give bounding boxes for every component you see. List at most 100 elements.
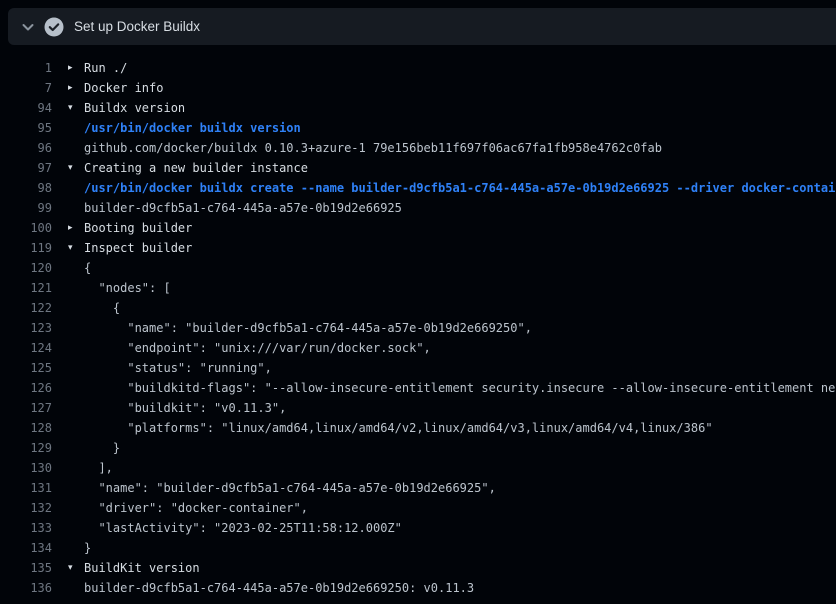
log-line-text: "status": "running", (84, 358, 272, 378)
line-number[interactable]: 120 (0, 258, 52, 278)
log-group-title[interactable]: Run ./ (84, 58, 127, 78)
log-line-text: "buildkit": "v0.11.3", (84, 398, 286, 418)
line-number[interactable]: 136 (0, 578, 52, 598)
gutter-spacer (68, 418, 84, 438)
gutter-spacer (68, 198, 84, 218)
step-title: Set up Docker Buildx (74, 19, 200, 34)
log-row: 125 "status": "running", (0, 358, 836, 378)
line-number[interactable]: 135 (0, 558, 52, 578)
log-line-text: "endpoint": "unix:///var/run/docker.sock… (84, 338, 431, 358)
line-number[interactable]: 129 (0, 438, 52, 458)
triangle-right-icon[interactable]: ▸ (68, 58, 84, 78)
log: 1▸Run ./7▸Docker info94▾Buildx version95… (0, 58, 836, 598)
log-group-title[interactable]: BuildKit version (84, 558, 200, 578)
line-number[interactable]: 130 (0, 458, 52, 478)
line-number[interactable]: 126 (0, 378, 52, 398)
log-row: 119 ▾Inspect builder (0, 238, 836, 258)
log-row: 95/usr/bin/docker buildx version (0, 118, 836, 138)
log-row: 129 } (0, 438, 836, 458)
gutter-spacer (68, 378, 84, 398)
triangle-right-icon[interactable]: ▸ (68, 78, 84, 98)
line-number[interactable]: 7 (0, 78, 52, 98)
log-line-text: ], (84, 458, 113, 478)
log-group-title[interactable]: Buildx version (84, 98, 185, 118)
gutter-spacer (68, 178, 84, 198)
log-row: 120{ (0, 258, 836, 278)
log-row: 94 ▾Buildx version (0, 98, 836, 118)
line-number[interactable]: 95 (0, 118, 52, 138)
log-row: 100 ▸Booting builder (0, 218, 836, 238)
log-row: 97 ▾Creating a new builder instance (0, 158, 836, 178)
log-line-text: "name": "builder-d9cfb5a1-c764-445a-a57e… (84, 478, 496, 498)
gutter-spacer (68, 398, 84, 418)
line-number[interactable]: 1 (0, 58, 52, 78)
triangle-down-icon[interactable]: ▾ (68, 98, 84, 118)
gutter-spacer (68, 338, 84, 358)
log-row: 121 "nodes": [ (0, 278, 836, 298)
line-number[interactable]: 99 (0, 198, 52, 218)
line-number[interactable]: 127 (0, 398, 52, 418)
gutter-spacer (68, 478, 84, 498)
log-row: 99 builder-d9cfb5a1-c764-445a-a57e-0b19d2… (0, 198, 836, 218)
log-group-title[interactable]: Booting builder (84, 218, 192, 238)
log-line-text: "name": "builder-d9cfb5a1-c764-445a-a57e… (84, 318, 532, 338)
line-number[interactable]: 125 (0, 358, 52, 378)
log-line-text: "driver": "docker-container", (84, 498, 308, 518)
log-row: 135 ▾BuildKit version (0, 558, 836, 578)
gutter-spacer (68, 138, 84, 158)
line-number[interactable]: 128 (0, 418, 52, 438)
log-line-text: builder-d9cfb5a1-c764-445a-a57e-0b19d2e6… (84, 198, 402, 218)
log-row: 98/usr/bin/docker buildx create --name b… (0, 178, 836, 198)
log-command-text: /usr/bin/docker buildx create --name bui… (84, 178, 836, 198)
line-number[interactable]: 122 (0, 298, 52, 318)
log-row: 96 github.com/docker/buildx 0.10.3+azure-… (0, 138, 836, 158)
log-line-text: "nodes": [ (84, 278, 171, 298)
log-row: 124 "endpoint": "unix:///var/run/docker.… (0, 338, 836, 358)
log-row: 136 builder-d9cfb5a1-c764-445a-a57e-0b19d… (0, 578, 836, 598)
line-number[interactable]: 119 (0, 238, 52, 258)
log-row: 128 "platforms": "linux/amd64,linux/amd6… (0, 418, 836, 438)
line-number[interactable]: 97 (0, 158, 52, 178)
log-row: 123 "name": "builder-d9cfb5a1-c764-445a-… (0, 318, 836, 338)
log-row: 131 "name": "builder-d9cfb5a1-c764-445a-… (0, 478, 836, 498)
gutter-spacer (68, 498, 84, 518)
log-row: 132 "driver": "docker-container", (0, 498, 836, 518)
triangle-down-icon[interactable]: ▾ (68, 158, 84, 178)
line-number[interactable]: 133 (0, 518, 52, 538)
log-line-text: builder-d9cfb5a1-c764-445a-a57e-0b19d2e6… (84, 578, 474, 598)
gutter-spacer (68, 118, 84, 138)
line-number[interactable]: 124 (0, 338, 52, 358)
log-row: 134} (0, 538, 836, 558)
chevron-down-icon[interactable] (20, 19, 36, 35)
log-group-title[interactable]: Creating a new builder instance (84, 158, 308, 178)
log-group-title[interactable]: Inspect builder (84, 238, 192, 258)
log-row: 127 "buildkit": "v0.11.3", (0, 398, 836, 418)
line-number[interactable]: 96 (0, 138, 52, 158)
gutter-spacer (68, 278, 84, 298)
line-number[interactable]: 132 (0, 498, 52, 518)
line-number[interactable]: 98 (0, 178, 52, 198)
step-header[interactable]: Set up Docker Buildx (8, 8, 836, 45)
log-line-text: github.com/docker/buildx 0.10.3+azure-1 … (84, 138, 662, 158)
gutter-spacer (68, 258, 84, 278)
line-number[interactable]: 94 (0, 98, 52, 118)
gutter-spacer (68, 358, 84, 378)
line-number[interactable]: 131 (0, 478, 52, 498)
gutter-spacer (68, 578, 84, 598)
log-line-text: "lastActivity": "2023-02-25T11:58:12.000… (84, 518, 402, 538)
triangle-right-icon[interactable]: ▸ (68, 218, 84, 238)
line-number[interactable]: 100 (0, 218, 52, 238)
line-number[interactable]: 134 (0, 538, 52, 558)
gutter-spacer (68, 538, 84, 558)
log-group-title[interactable]: Docker info (84, 78, 163, 98)
line-number[interactable]: 121 (0, 278, 52, 298)
log-row: 126 "buildkitd-flags": "--allow-insecure… (0, 378, 836, 398)
gutter-spacer (68, 438, 84, 458)
gutter-spacer (68, 518, 84, 538)
gutter-spacer (68, 318, 84, 338)
triangle-down-icon[interactable]: ▾ (68, 558, 84, 578)
log-line-text: { (84, 298, 120, 318)
log-line-text: } (84, 438, 120, 458)
triangle-down-icon[interactable]: ▾ (68, 238, 84, 258)
line-number[interactable]: 123 (0, 318, 52, 338)
